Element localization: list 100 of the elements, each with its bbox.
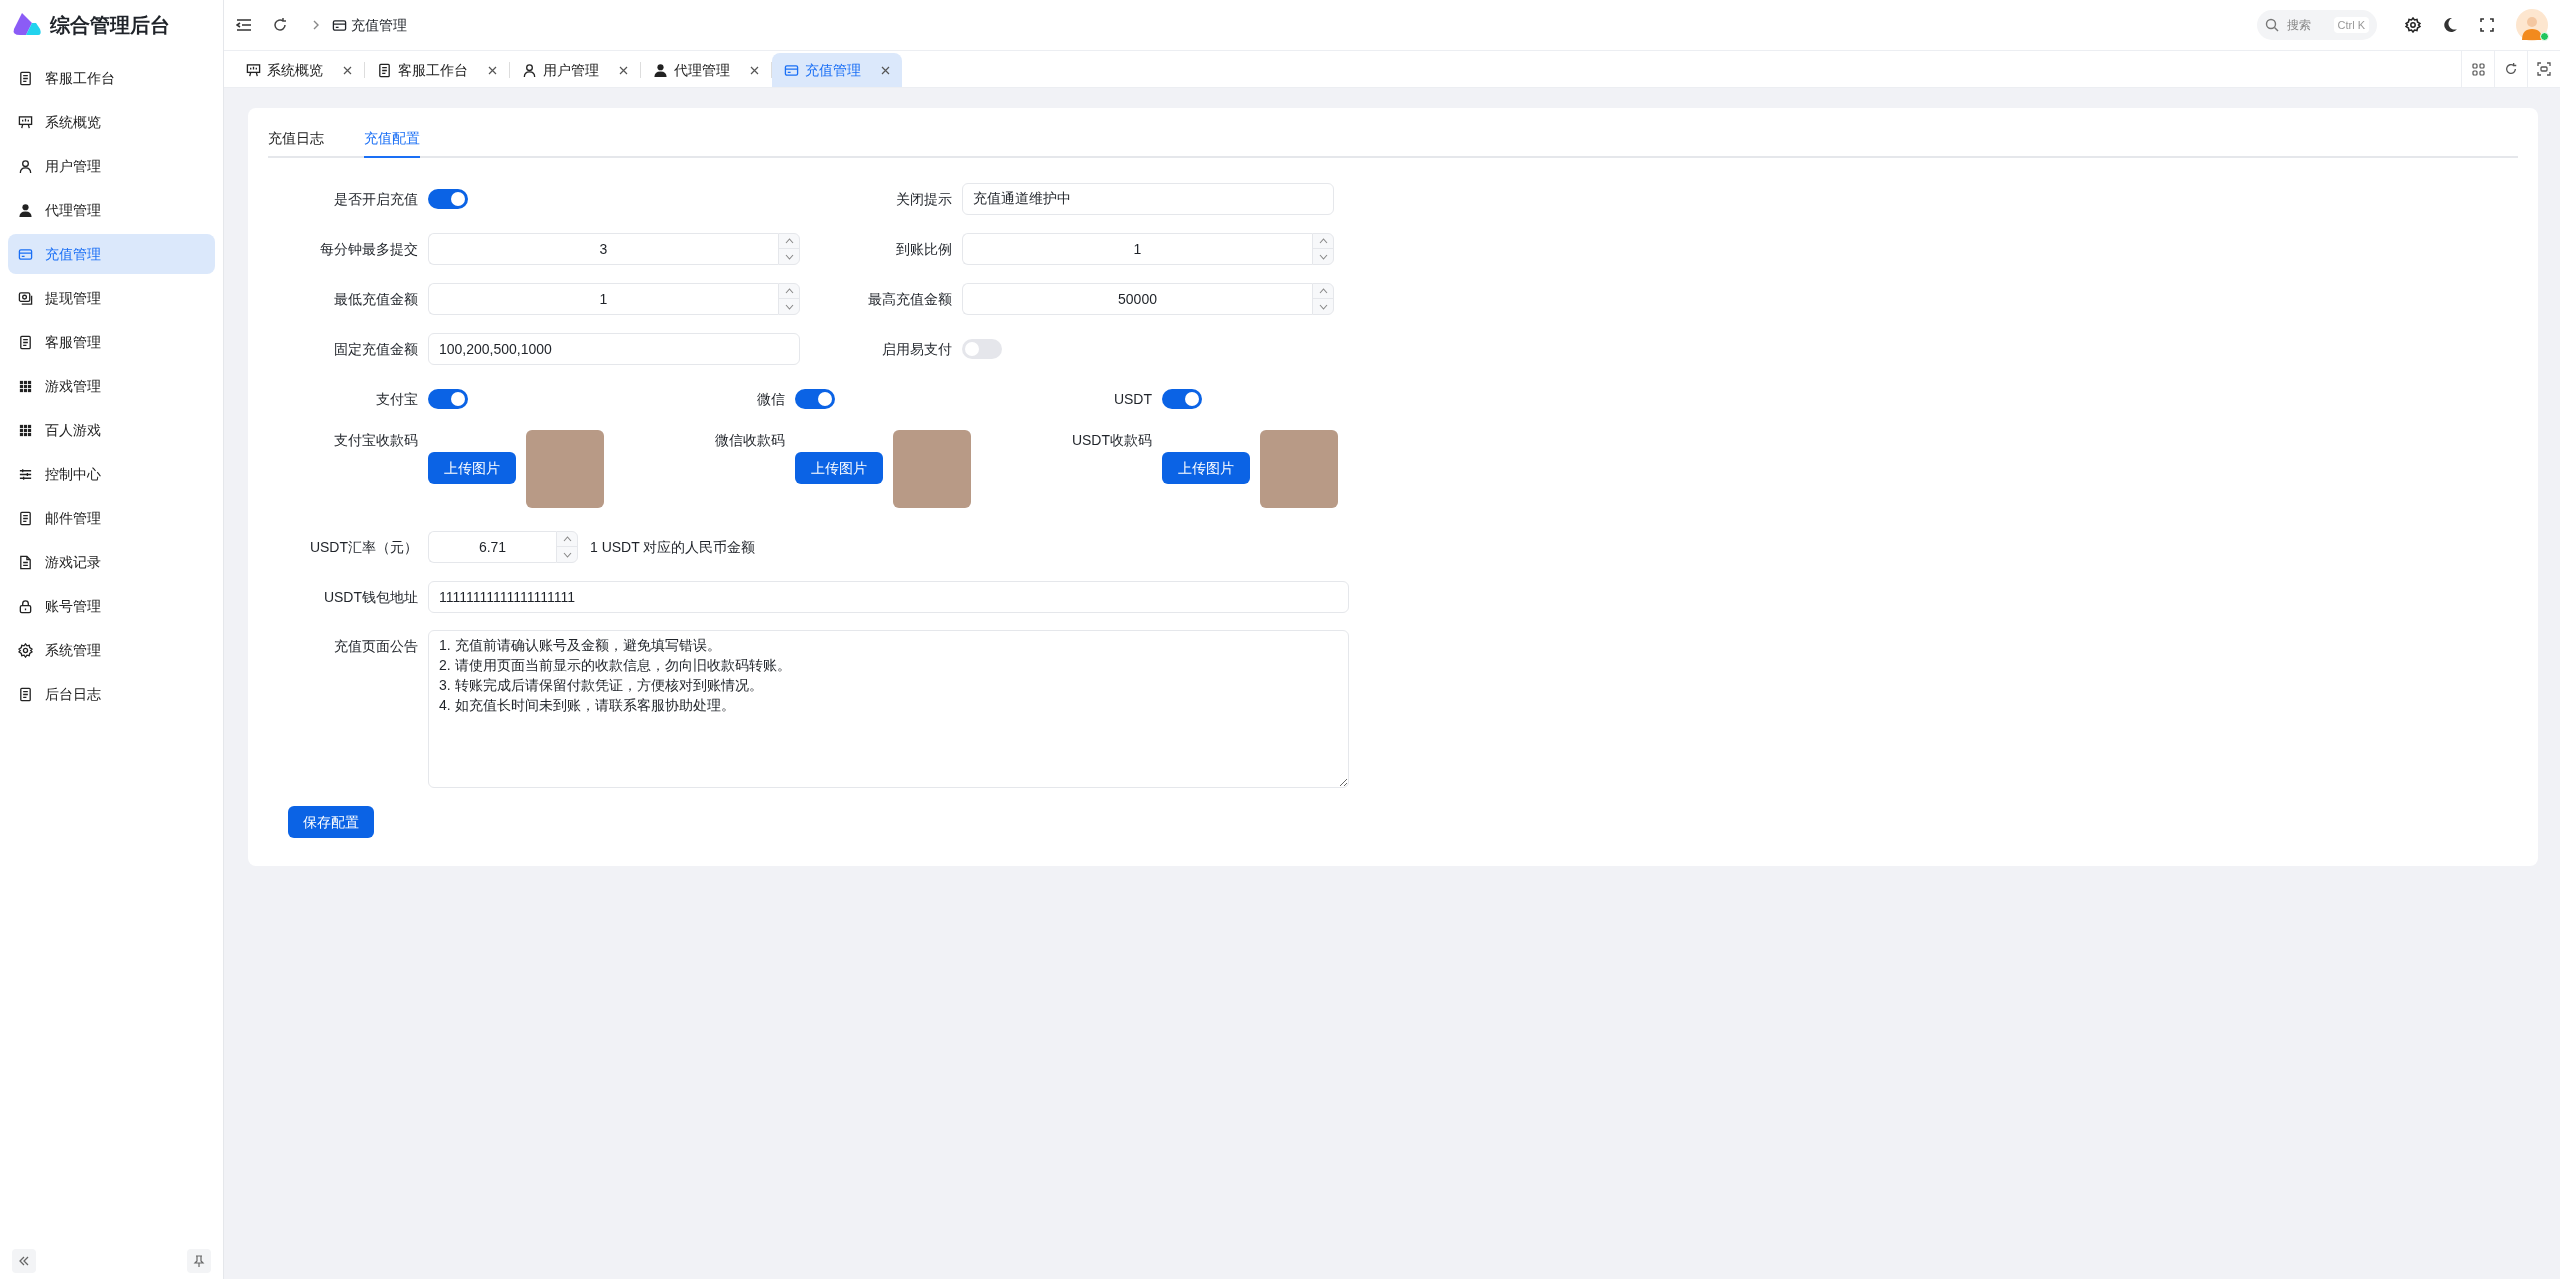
save-button[interactable]: 保存配置 — [288, 806, 374, 838]
page-tab[interactable]: 客服工作台 — [365, 53, 509, 87]
text-input[interactable]: 充值通道维护中 — [962, 183, 1334, 215]
page-tab[interactable]: 充值管理 — [772, 53, 902, 87]
close-icon[interactable] — [488, 65, 497, 75]
field-label: USDT钱包地址 — [322, 587, 419, 607]
sidebar-item[interactable]: 用户管理 — [8, 146, 215, 186]
page-tab[interactable]: 用户管理 — [510, 53, 640, 87]
sidebar-item[interactable]: 代理管理 — [8, 190, 215, 230]
card-icon — [784, 62, 799, 78]
close-icon[interactable] — [750, 65, 759, 75]
menu-icon[interactable] — [236, 18, 252, 32]
user-avatar[interactable] — [2516, 9, 2548, 41]
sidebar-item[interactable]: 提现管理 — [8, 278, 215, 318]
hint-text: 1 USDT 对应的人民币金额 — [590, 537, 756, 557]
user-icon — [18, 158, 33, 174]
field-label: 启用易支付 — [881, 339, 953, 359]
field-label: USDT收款码 — [1070, 431, 1153, 450]
upload-button[interactable]: 上传图片 — [795, 452, 883, 484]
field-label: 到账比例 — [895, 239, 953, 259]
grid-icon — [2471, 62, 2485, 76]
field-label: USDT — [1112, 389, 1153, 409]
sidebar-item[interactable]: 后台日志 — [8, 674, 215, 714]
stepper-control[interactable] — [778, 283, 800, 315]
refresh-icon[interactable] — [272, 17, 288, 33]
breadcrumb-item[interactable]: 充值管理 — [351, 14, 407, 36]
sidebar-item[interactable]: 系统管理 — [8, 630, 215, 670]
chevron-down-icon — [1318, 253, 1328, 260]
page-tab[interactable]: 系统概览 — [234, 53, 364, 87]
field-label: 充值页面公告 — [333, 637, 419, 656]
field-label: 关闭提示 — [895, 189, 953, 209]
double-chevron-left-icon — [18, 1255, 30, 1267]
app-title: 综合管理后台 — [50, 13, 170, 38]
field-label: 微信收款码 — [714, 431, 786, 450]
stepper-control[interactable] — [1312, 283, 1334, 315]
close-icon[interactable] — [619, 65, 628, 75]
shortcut-hint: Ctrl K — [2333, 16, 2369, 34]
search-icon — [2265, 18, 2279, 32]
field-label: 支付宝 — [375, 389, 419, 409]
sidebar-item[interactable]: 游戏记录 — [8, 542, 215, 582]
collapse-sidebar-button[interactable] — [12, 1249, 36, 1273]
pin-button[interactable] — [187, 1249, 211, 1273]
user-icon — [522, 62, 537, 78]
sidebar-item[interactable]: 系统概览 — [8, 102, 215, 142]
cash-icon — [18, 290, 33, 306]
text-input[interactable]: 11111111111111111111 — [428, 581, 1349, 613]
number-input[interactable]: 3 — [428, 233, 778, 265]
close-icon[interactable] — [881, 65, 890, 75]
sidebar-item[interactable]: 邮件管理 — [8, 498, 215, 538]
number-input[interactable]: 50000 — [962, 283, 1312, 315]
number-input[interactable]: 1 — [428, 283, 778, 315]
sidebar-item[interactable]: 游戏管理 — [8, 366, 215, 406]
content-tab[interactable]: 充值日志 — [268, 128, 324, 158]
chevron-down-icon — [1318, 303, 1328, 310]
stepper-control[interactable] — [556, 531, 578, 563]
toggle-switch[interactable] — [428, 389, 468, 409]
chevron-up-icon — [784, 288, 794, 294]
text-input[interactable]: 100,200,500,1000 — [428, 333, 800, 365]
page-tab[interactable]: 代理管理 — [641, 53, 771, 87]
card-icon — [18, 246, 33, 262]
number-input[interactable]: 6.71 — [428, 531, 556, 563]
field-label: USDT汇率（元） — [308, 537, 419, 557]
document-icon — [18, 510, 33, 526]
toggle-switch[interactable] — [1162, 389, 1202, 409]
sidebar-item[interactable]: 充值管理 — [8, 234, 215, 274]
chevron-down-icon — [562, 551, 572, 558]
chevron-up-icon — [1318, 238, 1328, 244]
focus-frame-icon — [2537, 62, 2551, 76]
person-silhouette-icon — [2522, 14, 2542, 40]
sidebar-item[interactable]: 客服管理 — [8, 322, 215, 362]
moon-icon[interactable] — [2443, 17, 2458, 33]
textarea-field[interactable]: 1. 充值前请确认账号及金额，避免填写错误。 2. 请使用页面当前显示的收款信息，勿向旧收款码转账。 3. 转账完成后请保留付款凭证，方便核对到账情况。 4. 如充值长时间未到账，请联系客服协助处理。 — [428, 630, 1349, 788]
chevron-down-icon — [784, 253, 794, 260]
sidebar-item[interactable]: 百人游戏 — [8, 410, 215, 450]
toggle-switch[interactable] — [428, 189, 468, 209]
lock-icon — [18, 598, 33, 614]
file-icon — [18, 554, 33, 570]
gear-icon — [18, 642, 33, 658]
content-tab[interactable]: 充值配置 — [364, 128, 420, 158]
toggle-switch[interactable] — [795, 389, 835, 409]
field-label: 最低充值金额 — [333, 289, 419, 309]
sidebar-item[interactable]: 控制中心 — [8, 454, 215, 494]
settings-icon[interactable] — [2405, 17, 2421, 33]
sidebar-item[interactable]: 账号管理 — [8, 586, 215, 626]
close-icon[interactable] — [343, 65, 352, 75]
stepper-control[interactable] — [778, 233, 800, 265]
fullscreen-icon[interactable] — [2480, 18, 2494, 32]
toggle-switch[interactable] — [962, 339, 1002, 359]
number-input[interactable]: 1 — [962, 233, 1312, 265]
presentation-board-icon — [246, 62, 261, 78]
grid-icon — [18, 422, 33, 438]
upload-button[interactable]: 上传图片 — [1162, 452, 1250, 484]
field-label: 微信 — [756, 389, 786, 409]
upload-button[interactable]: 上传图片 — [428, 452, 516, 484]
stepper-control[interactable] — [1312, 233, 1334, 265]
sliders-icon — [18, 466, 33, 482]
sidebar-item[interactable]: 客服工作台 — [8, 58, 215, 98]
field-label: 每分钟最多提交 — [319, 239, 419, 259]
field-label: 固定充值金额 — [333, 339, 419, 359]
chevron-right-icon — [312, 19, 320, 31]
